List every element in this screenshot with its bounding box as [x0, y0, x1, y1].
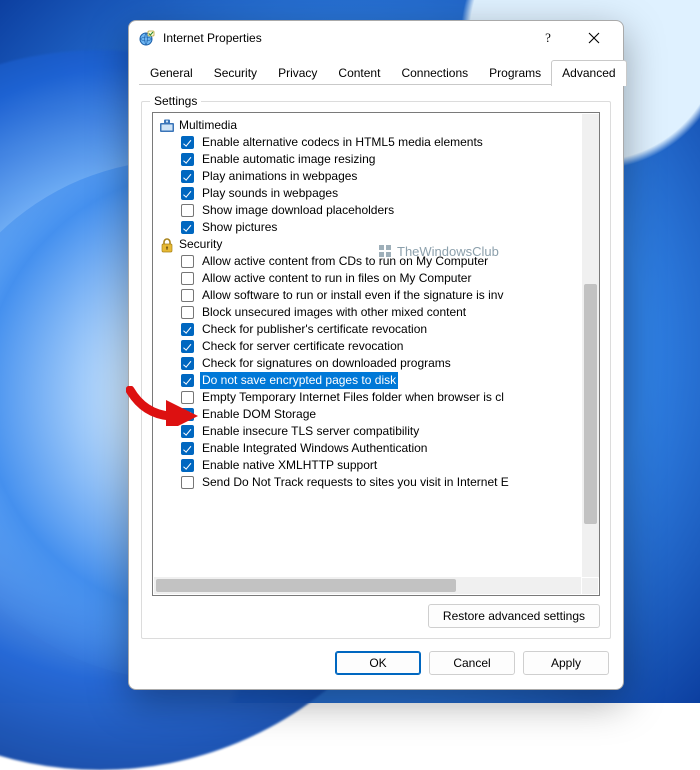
tree-item[interactable]: Empty Temporary Internet Files folder wh…: [159, 389, 599, 406]
tree-item-label: Enable native XMLHTTP support: [200, 457, 379, 474]
checkbox[interactable]: [181, 187, 194, 200]
tree-item[interactable]: Enable insecure TLS server compatibility: [159, 423, 599, 440]
restore-advanced-settings-button[interactable]: Restore advanced settings: [428, 604, 600, 628]
tree-item-label: Allow active content to run in files on …: [200, 270, 473, 287]
tab-security[interactable]: Security: [203, 61, 268, 85]
tree-group-label: Security: [179, 236, 222, 253]
checkbox[interactable]: [181, 255, 194, 268]
horizontal-scrollbar[interactable]: [154, 577, 581, 594]
tree-item[interactable]: Allow software to run or install even if…: [159, 287, 599, 304]
dialog-buttons: OK Cancel Apply: [129, 639, 623, 689]
multimedia-icon: [159, 118, 175, 134]
tab-privacy[interactable]: Privacy: [267, 61, 328, 85]
tree-item-label: Show pictures: [200, 219, 279, 236]
help-button[interactable]: ?: [525, 23, 571, 53]
tab-connections[interactable]: Connections: [390, 61, 479, 85]
tree-item-label: Check for publisher's certificate revoca…: [200, 321, 429, 338]
tree-item[interactable]: Block unsecured images with other mixed …: [159, 304, 599, 321]
tree-item-label: Play sounds in webpages: [200, 185, 340, 202]
checkbox[interactable]: [181, 374, 194, 387]
tree-item[interactable]: Show image download placeholders: [159, 202, 599, 219]
tree-item-label: Show image download placeholders: [200, 202, 396, 219]
tree-item-label: Do not save encrypted pages to disk: [200, 372, 398, 389]
scrollbar-corner: [582, 578, 598, 594]
tree-item[interactable]: Show pictures: [159, 219, 599, 236]
ok-button[interactable]: OK: [335, 651, 421, 675]
checkbox[interactable]: [181, 357, 194, 370]
checkbox[interactable]: [181, 323, 194, 336]
tree-item[interactable]: Send Do Not Track requests to sites you …: [159, 474, 599, 491]
tree-group[interactable]: Multimedia: [159, 117, 599, 134]
checkbox[interactable]: [181, 153, 194, 166]
checkbox[interactable]: [181, 425, 194, 438]
settings-groupbox: Settings MultimediaEnable alternative co…: [141, 101, 611, 639]
tree-item[interactable]: Enable DOM Storage: [159, 406, 599, 423]
checkbox[interactable]: [181, 442, 194, 455]
tab-advanced[interactable]: Advanced: [551, 60, 626, 86]
checkbox[interactable]: [181, 170, 194, 183]
tree-item-label: Block unsecured images with other mixed …: [200, 304, 468, 321]
tree-item[interactable]: Check for publisher's certificate revoca…: [159, 321, 599, 338]
tree-item[interactable]: Enable Integrated Windows Authentication: [159, 440, 599, 457]
vertical-scrollbar[interactable]: [582, 114, 599, 577]
close-icon: [588, 32, 600, 44]
checkbox[interactable]: [181, 136, 194, 149]
internet-properties-dialog: Internet Properties ? General Security P…: [128, 20, 624, 690]
settings-label: Settings: [150, 94, 201, 108]
checkbox[interactable]: [181, 289, 194, 302]
checkbox[interactable]: [181, 272, 194, 285]
tree-item-label: Check for server certificate revocation: [200, 338, 405, 355]
close-button[interactable]: [571, 23, 617, 53]
apply-button[interactable]: Apply: [523, 651, 609, 675]
checkbox[interactable]: [181, 391, 194, 404]
tabs-strip: General Security Privacy Content Connect…: [139, 59, 613, 85]
checkbox[interactable]: [181, 476, 194, 489]
tree-item-label: Allow active content from CDs to run on …: [200, 253, 490, 270]
tree-item-label: Check for signatures on downloaded progr…: [200, 355, 453, 372]
tree-item[interactable]: Enable alternative codecs in HTML5 media…: [159, 134, 599, 151]
tree-item[interactable]: Do not save encrypted pages to disk: [159, 372, 599, 389]
vertical-scrollbar-thumb[interactable]: [584, 284, 597, 524]
tree-group-label: Multimedia: [179, 117, 237, 134]
tree-item-label: Enable alternative codecs in HTML5 media…: [200, 134, 485, 151]
tree-item-label: Empty Temporary Internet Files folder wh…: [200, 389, 506, 406]
tree-item[interactable]: Allow active content from CDs to run on …: [159, 253, 599, 270]
tree-item[interactable]: Check for signatures on downloaded progr…: [159, 355, 599, 372]
tree-item[interactable]: Play sounds in webpages: [159, 185, 599, 202]
titlebar: Internet Properties ?: [129, 21, 623, 55]
checkbox[interactable]: [181, 221, 194, 234]
checkbox[interactable]: [181, 459, 194, 472]
tree-item-label: Enable DOM Storage: [200, 406, 318, 423]
tree-item[interactable]: Enable native XMLHTTP support: [159, 457, 599, 474]
tree-item-label: Send Do Not Track requests to sites you …: [200, 474, 511, 491]
tree-item-label: Enable automatic image resizing: [200, 151, 377, 168]
tab-general[interactable]: General: [139, 61, 204, 85]
tree-item-label: Enable Integrated Windows Authentication: [200, 440, 429, 457]
checkbox[interactable]: [181, 340, 194, 353]
window-title: Internet Properties: [163, 31, 262, 45]
tree-group[interactable]: Security: [159, 236, 599, 253]
tree-item-label: Play animations in webpages: [200, 168, 359, 185]
tree-item-label: Allow software to run or install even if…: [200, 287, 505, 304]
tree-item[interactable]: Check for server certificate revocation: [159, 338, 599, 355]
security-icon: [159, 237, 175, 253]
settings-tree[interactable]: MultimediaEnable alternative codecs in H…: [152, 112, 600, 596]
tree-item[interactable]: Play animations in webpages: [159, 168, 599, 185]
checkbox[interactable]: [181, 306, 194, 319]
tab-content[interactable]: Content: [327, 61, 391, 85]
checkbox[interactable]: [181, 204, 194, 217]
tree-item-label: Enable insecure TLS server compatibility: [200, 423, 421, 440]
checkbox[interactable]: [181, 408, 194, 421]
internet-options-icon: [139, 30, 155, 46]
tree-item[interactable]: Enable automatic image resizing: [159, 151, 599, 168]
horizontal-scrollbar-thumb[interactable]: [156, 579, 456, 592]
tab-programs[interactable]: Programs: [478, 61, 552, 85]
cancel-button[interactable]: Cancel: [429, 651, 515, 675]
tree-item[interactable]: Allow active content to run in files on …: [159, 270, 599, 287]
